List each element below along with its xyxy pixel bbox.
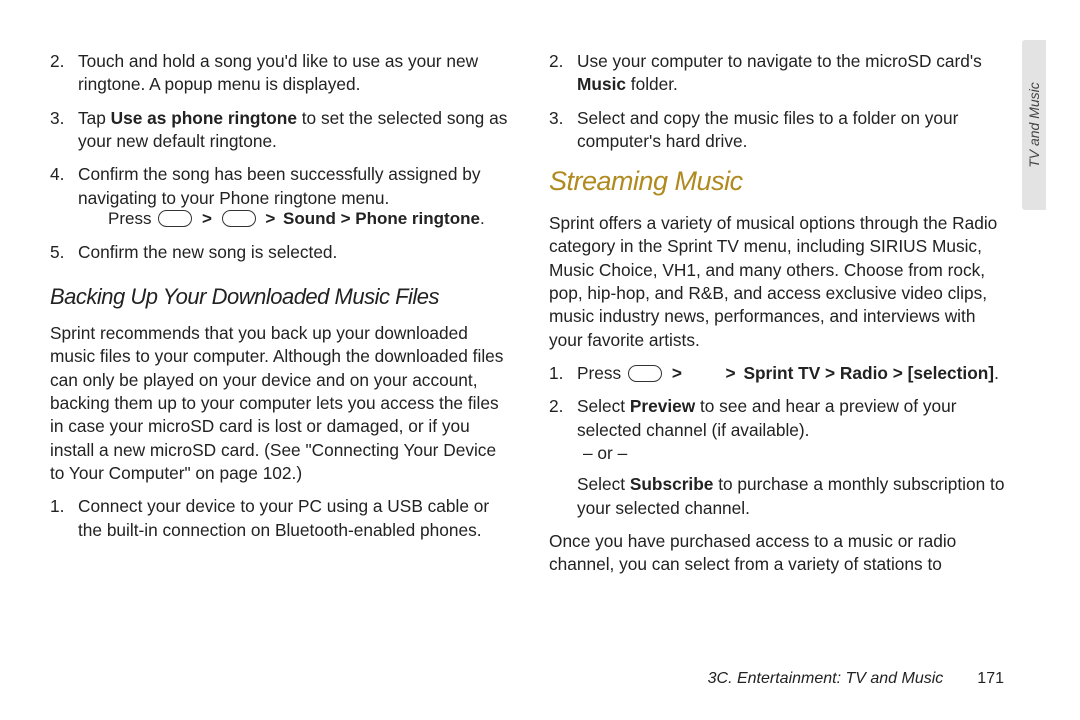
step-text-bold: Use as phone ringtone bbox=[111, 108, 297, 128]
section-tab-label: TV and Music bbox=[1026, 82, 1042, 168]
press-path-bold: Sprint TV > Radio > [selection] bbox=[743, 363, 994, 383]
step-number: 3. bbox=[549, 107, 563, 130]
step-text-pre: Tap bbox=[78, 108, 111, 128]
step-text-pre: Select bbox=[577, 396, 630, 416]
step-text-bold: Music bbox=[577, 74, 626, 94]
ringtone-steps: 2. Touch and hold a song you'd like to u… bbox=[50, 50, 511, 264]
backup-steps: 1. Connect your device to your PC using … bbox=[50, 495, 511, 542]
press-label: Press bbox=[577, 363, 621, 383]
step-text-bold: Preview bbox=[630, 396, 695, 416]
left-column: 2. Touch and hold a song you'd like to u… bbox=[50, 50, 511, 640]
press-path-dot: . bbox=[480, 209, 485, 228]
page-number: 171 bbox=[977, 670, 1004, 688]
backup-steps-continued: 2. Use your computer to navigate to the … bbox=[549, 50, 1010, 153]
step-text: Confirm the new song is selected. bbox=[78, 242, 337, 262]
body-paragraph: Sprint recommends that you back up your … bbox=[50, 322, 511, 485]
two-column-layout: 2. Touch and hold a song you'd like to u… bbox=[50, 50, 1010, 640]
list-item: 3. Tap Use as phone ringtone to set the … bbox=[72, 107, 511, 154]
step-number: 5. bbox=[50, 241, 64, 264]
step-text: Confirm the song has been successfully a… bbox=[78, 164, 481, 207]
body-paragraph: Sprint offers a variety of musical optio… bbox=[549, 212, 1010, 352]
section-tab: TV and Music bbox=[1022, 40, 1046, 210]
chevron-right-icon: > bbox=[669, 362, 685, 385]
step-number: 1. bbox=[549, 362, 563, 385]
hardware-button-icon bbox=[222, 210, 256, 227]
list-item: 3. Select and copy the music files to a … bbox=[571, 107, 1010, 154]
page-footer: 3C. Entertainment: TV and Music 171 bbox=[708, 670, 1004, 688]
step-text-pre: Select bbox=[577, 474, 630, 494]
press-label: Press bbox=[108, 209, 151, 228]
chevron-right-icon: > bbox=[723, 362, 739, 385]
footer-section-title: 3C. Entertainment: TV and Music bbox=[708, 670, 944, 688]
list-item: 5. Confirm the new song is selected. bbox=[72, 241, 511, 264]
list-item: 1. Press > > Sprint TV > Radio > [select… bbox=[571, 362, 1010, 385]
step-text: Select and copy the music files to a fol… bbox=[577, 108, 958, 151]
streaming-steps: 1. Press > > Sprint TV > Radio > [select… bbox=[549, 362, 1010, 520]
manual-page: TV and Music 2. Touch and hold a song yo… bbox=[0, 0, 1080, 720]
right-column: 2. Use your computer to navigate to the … bbox=[549, 50, 1010, 640]
list-item: 2. Use your computer to navigate to the … bbox=[571, 50, 1010, 97]
step-number: 2. bbox=[50, 50, 64, 73]
chevron-right-icon: > bbox=[199, 208, 215, 231]
list-item: 2. Touch and hold a song you'd like to u… bbox=[72, 50, 511, 97]
press-path-bold: Sound > Phone ringtone bbox=[283, 209, 480, 228]
step-text-post: folder. bbox=[626, 74, 678, 94]
hardware-button-icon bbox=[158, 210, 192, 227]
step-text: Connect your device to your PC using a U… bbox=[78, 496, 489, 539]
chevron-right-icon: > bbox=[262, 208, 278, 231]
step-number: 2. bbox=[549, 395, 563, 418]
or-separator: – or – bbox=[577, 442, 1010, 465]
step-number: 1. bbox=[50, 495, 64, 518]
list-item: 2. Select Preview to see and hear a prev… bbox=[571, 395, 1010, 520]
step-text-pre: Use your computer to navigate to the mic… bbox=[577, 51, 982, 71]
press-path: Press > > Sound > Phone ringtone. bbox=[78, 208, 511, 231]
step-number: 2. bbox=[549, 50, 563, 73]
press-path-dot: . bbox=[994, 363, 999, 383]
list-item: 4. Confirm the song has been successfull… bbox=[72, 163, 511, 231]
list-item: 1. Connect your device to your PC using … bbox=[72, 495, 511, 542]
section-heading: Streaming Music bbox=[549, 163, 1010, 199]
body-paragraph: Once you have purchased access to a musi… bbox=[549, 530, 1010, 577]
step-number: 4. bbox=[50, 163, 64, 186]
hardware-button-icon bbox=[628, 365, 662, 382]
step-text: Touch and hold a song you'd like to use … bbox=[78, 51, 478, 94]
subsection-heading: Backing Up Your Downloaded Music Files bbox=[50, 282, 511, 312]
alt-step: Select Subscribe to purchase a monthly s… bbox=[577, 473, 1010, 520]
step-number: 3. bbox=[50, 107, 64, 130]
step-text-bold: Subscribe bbox=[630, 474, 714, 494]
